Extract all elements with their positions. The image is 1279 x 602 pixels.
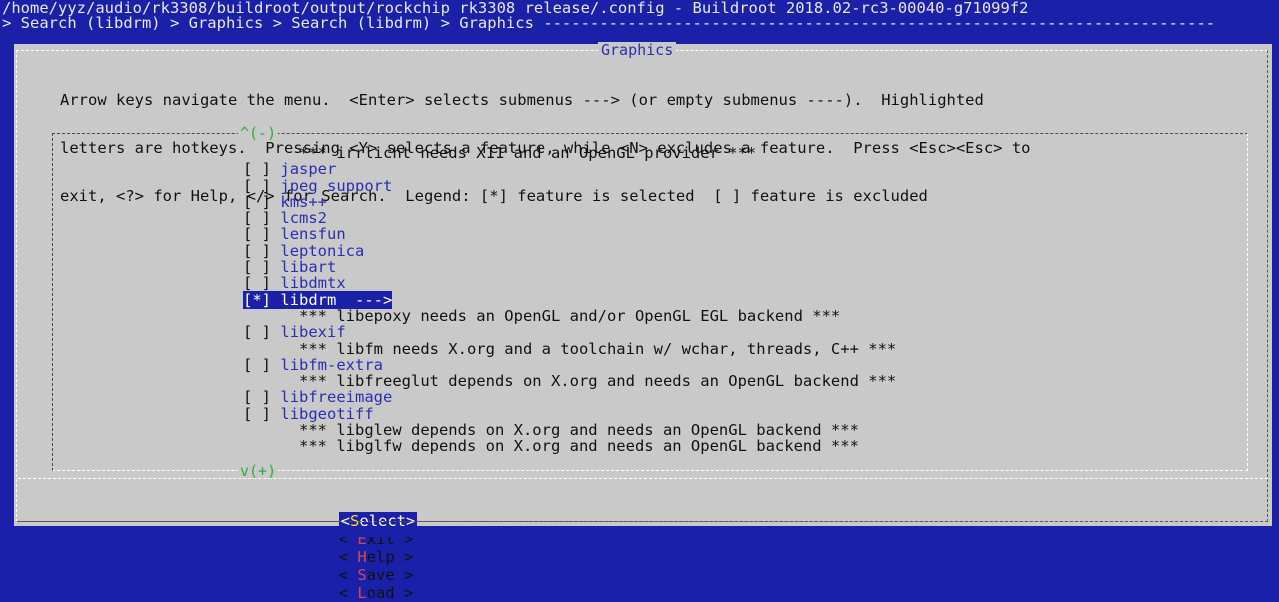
menu-item-label: ensfun (289, 225, 346, 244)
menu-comment-text: *** libglew depends on X.org and needs a… (299, 421, 859, 440)
dialog-title: Graphics (598, 42, 677, 58)
menu-comment: *** libfreeglut depends on X.org and nee… (243, 373, 1143, 389)
menu-item[interactable]: [ ] libfm-extra (243, 357, 1143, 373)
menu-item-hotkey: k (280, 192, 290, 211)
checkbox[interactable]: [ ] (243, 356, 271, 374)
menu-item-hotkey: l (280, 225, 290, 244)
checkbox[interactable]: [ ] (243, 388, 271, 406)
load-button[interactable]: < Load > (339, 584, 414, 602)
window-title: /home/yyz/audio/rk3308/buildroot/output/… (2, 0, 1029, 16)
button-separator (18, 478, 1268, 479)
checkbox: [*] (243, 290, 271, 309)
menu-item-hotkey: l (280, 323, 290, 342)
menu-item-hotkey: l (280, 404, 290, 423)
menu-item-label: ibfreeimage (289, 388, 393, 407)
menu-item-label: ms++ (289, 192, 328, 211)
checkbox[interactable]: [ ] (243, 258, 271, 276)
terminal-bottom (0, 527, 1279, 537)
menu-item[interactable]: [ ] libfreeimage (243, 389, 1143, 405)
menu-list: *** irrlicht needs X11 and an OpenGL pro… (243, 145, 1143, 455)
checkbox[interactable]: [ ] (243, 323, 271, 341)
breadcrumb: > Search (libdrm) > Graphics > Search (l… (2, 15, 1216, 31)
menu-item[interactable]: [ ] kms++ (243, 194, 1143, 210)
menu-item-hotkey: j (280, 160, 290, 179)
menu-item-highlight: [*] libdrm ---> (243, 290, 393, 309)
menu-item-selected[interactable]: [*] libdrm ---> (243, 290, 1143, 309)
menu-comment-text: *** libglfw depends on X.org and needs a… (299, 437, 859, 456)
checkbox[interactable]: [ ] (243, 405, 271, 423)
menu-item[interactable]: [ ] jasper (243, 161, 1143, 177)
menu-comment-text: *** irrlicht needs X11 and an OpenGL pro… (299, 144, 757, 162)
checkbox[interactable]: [ ] (243, 242, 271, 260)
menu-item-label: cms2 (289, 209, 328, 228)
menu-item[interactable]: [ ] libart (243, 259, 1143, 275)
menu-item-label: ibfm-extra (289, 355, 384, 374)
checkbox[interactable]: [ ] (243, 160, 271, 178)
menu-item-hotkey: j (280, 176, 290, 195)
menu-item[interactable]: [ ] libexif (243, 324, 1143, 340)
menu-comment: *** libfm needs X.org and a toolchain w/… (243, 339, 1143, 358)
help-line: Arrow keys navigate the menu. <Enter> se… (60, 91, 984, 109)
menu-comment: *** libepoxy needs an OpenGL and/or Open… (243, 308, 1143, 324)
menu-item[interactable]: [ ] jpeg support (243, 176, 1143, 195)
menu-comment-text: *** libfm needs X.org and a toolchain w/… (299, 339, 897, 358)
checkbox[interactable]: [ ] (243, 177, 271, 195)
menu-item[interactable]: [ ] lcms2 (243, 210, 1143, 226)
checkbox[interactable]: [ ] (243, 193, 271, 211)
menu-item-hotkey: l (280, 209, 290, 228)
scroll-up-indicator: ^(-) (238, 124, 279, 142)
menu-item-hotkey: l (280, 274, 290, 293)
menu-comment-text: *** libfreeglut depends on X.org and nee… (299, 372, 897, 391)
checkbox[interactable]: [ ] (243, 225, 271, 243)
menu-item-hotkey: l (280, 355, 290, 374)
menu-comment: *** libglfw depends on X.org and needs a… (243, 438, 1143, 454)
menu-item-label: eptonica (289, 241, 365, 260)
menu-item-label: ibexif (289, 323, 346, 342)
menu-item[interactable]: [ ] lensfun (243, 226, 1143, 242)
scroll-down-indicator: v(+) (238, 462, 279, 480)
help-button[interactable]: < Help > (339, 548, 414, 566)
menu-comment: *** irrlicht needs X11 and an OpenGL pro… (243, 145, 1143, 161)
menu-item-label: ibart (289, 258, 337, 277)
menu-item[interactable]: [ ] libgeotiff (243, 406, 1143, 422)
menu-item-label: ibdmtx (289, 274, 346, 293)
menu-item[interactable]: [ ] leptonica (243, 243, 1143, 259)
menu-comment-text: *** libepoxy needs an OpenGL and/or Open… (299, 306, 841, 325)
menu-comment: *** libglew depends on X.org and needs a… (243, 422, 1143, 438)
dialog-bottom-border (18, 521, 1268, 522)
button-bar: <Select> < Exit > < Help > < Save > < Lo… (320, 494, 447, 602)
save-button[interactable]: < Save > (339, 566, 414, 584)
checkbox[interactable]: [ ] (243, 209, 271, 227)
checkbox[interactable]: [ ] (243, 274, 271, 292)
menu-item-label: ibgeotiff (289, 404, 374, 423)
menu-item-hotkey: l (280, 388, 290, 407)
menu-item-hotkey: l (280, 258, 290, 277)
menu-item-hotkey: l (280, 241, 290, 260)
menu-item-label: asper (289, 160, 337, 179)
menu-item-label: peg support (289, 176, 393, 195)
menu-item[interactable]: [ ] libdmtx (243, 275, 1143, 291)
menu-item-label: libdrm ---> (280, 290, 393, 309)
